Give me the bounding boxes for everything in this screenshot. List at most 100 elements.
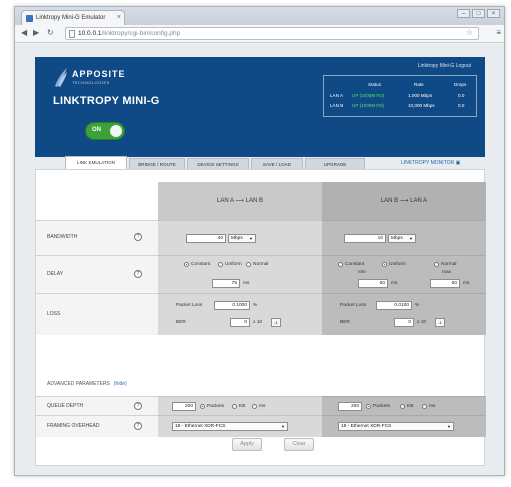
- loss-a-input[interactable]: 0.1000: [214, 301, 250, 310]
- bandwidth-b-unit: Mbps: [391, 236, 403, 241]
- loss-row: LOSS Packet Loss 0.1000 % BER 0 x 10 -1 …: [36, 293, 486, 335]
- delay-a-uniform-label: Uniform: [225, 262, 242, 267]
- minimize-button[interactable]: –: [457, 9, 470, 18]
- tab-link-emulation[interactable]: LINK EMULATION: [65, 156, 127, 169]
- browser-tab[interactable]: Linktropy Mini-G Emulator ×: [21, 10, 125, 25]
- bandwidth-a-unit-select[interactable]: Mbps ▼: [228, 234, 256, 243]
- lan-a-status: UP (1000M FD): [352, 93, 385, 98]
- close-window-button[interactable]: ×: [487, 9, 500, 18]
- logout-link[interactable]: Linktropy Mini-G Logout: [418, 63, 471, 69]
- maximize-button[interactable]: □: [472, 9, 485, 18]
- delay-b-normal-radio[interactable]: [434, 262, 439, 267]
- lan-b-name: LAN B: [330, 103, 344, 108]
- ber-b-exponent-button[interactable]: -1: [435, 318, 445, 327]
- loss-b-pct: %: [415, 303, 420, 308]
- window-controls: – □ ×: [457, 9, 500, 18]
- framing-overhead-row: FRAMING OVERHEAD ? 18 - Ethernet XDR-FCS…: [36, 415, 486, 437]
- delay-a-constant-radio[interactable]: [184, 262, 189, 267]
- apply-button[interactable]: Apply: [232, 438, 262, 451]
- toggle-label: ON: [92, 127, 101, 133]
- browser-tab-title: Linktropy Mini-G Emulator: [36, 15, 106, 21]
- framing-a-value: 18 - Ethernet XDR-FCS: [175, 424, 226, 429]
- reload-icon[interactable]: ↻: [47, 28, 54, 37]
- queue-b-input[interactable]: 200: [338, 402, 362, 411]
- status-col-header: Status: [368, 82, 382, 87]
- ber-b-input[interactable]: 0: [394, 318, 414, 327]
- back-arrow-icon[interactable]: ◀: [21, 28, 27, 37]
- queue-depth-label: QUEUE DEPTH: [47, 403, 84, 409]
- navigation-bar: ◀ ▶ ↻ 10.0.0.1/linktropy/cgi-bin/config.…: [15, 25, 504, 43]
- loss-b-input[interactable]: 0.0100: [376, 301, 412, 310]
- page-icon: [69, 30, 75, 38]
- delay-b-uniform-label: Uniform: [389, 262, 406, 267]
- ber-a-input[interactable]: 0: [230, 318, 250, 327]
- help-icon[interactable]: ?: [134, 233, 142, 241]
- chevron-down-icon: ▼: [409, 236, 413, 241]
- queue-depth-row: QUEUE DEPTH ? 200 Packets KB ms 200 Pack…: [36, 396, 486, 415]
- linktropy-monitor-link[interactable]: LINKTROPY MONITOR ▣: [401, 160, 460, 166]
- delay-b-min-input[interactable]: 50: [358, 279, 388, 288]
- advanced-parameters-label: ADVANCED PARAMETERS: [47, 381, 110, 387]
- framing-a-select[interactable]: 18 - Ethernet XDR-FCS ▼: [172, 422, 288, 431]
- brand-name: APPOSITE: [72, 69, 126, 79]
- framing-b-select[interactable]: 18 - Ethernet XDR-FCS ▼: [338, 422, 454, 431]
- chevron-down-icon: ▼: [447, 424, 451, 429]
- close-tab-icon[interactable]: ×: [117, 14, 121, 21]
- queue-b-packets-radio[interactable]: [366, 404, 371, 409]
- brand-subtitle: TECHNOLOGIES: [72, 80, 110, 85]
- address-path: /linktropy/cgi-bin/config.php: [101, 30, 181, 37]
- ber-a-exponent-button[interactable]: -1: [271, 318, 281, 327]
- wrench-icon[interactable]: ≡: [496, 28, 501, 37]
- delay-b-normal-label: Normal: [441, 262, 457, 267]
- loss-a-pct: %: [253, 303, 258, 308]
- clear-button[interactable]: Clear: [284, 438, 314, 451]
- help-icon[interactable]: ?: [134, 402, 142, 410]
- queue-a-input[interactable]: 200: [172, 402, 196, 411]
- address-host: 10.0.0.1: [78, 30, 102, 37]
- loss-b-ber-label: BER: [340, 320, 350, 325]
- delay-a-normal-radio[interactable]: [246, 262, 251, 267]
- forward-arrow-icon[interactable]: ▶: [33, 28, 39, 37]
- bandwidth-b-input[interactable]: 10: [344, 234, 386, 243]
- tab-upgrade[interactable]: UPGRADE: [305, 158, 365, 169]
- queue-b-kb-radio[interactable]: [400, 404, 405, 409]
- delay-a-input[interactable]: 75: [212, 279, 240, 288]
- delay-b-constant-radio[interactable]: [338, 262, 343, 267]
- tab-save-load[interactable]: SAVE / LOAD: [251, 158, 303, 169]
- delay-a-normal-label: Normal: [253, 262, 269, 267]
- delay-b-uniform-radio[interactable]: [382, 262, 387, 267]
- toggle-knob: [110, 125, 122, 137]
- lan-a-name: LAN A: [330, 93, 344, 98]
- star-icon[interactable]: ☆: [466, 28, 473, 37]
- queue-b-ms-radio[interactable]: [422, 404, 427, 409]
- queue-a-packets-label: Packets: [207, 404, 225, 409]
- help-icon[interactable]: ?: [134, 270, 142, 278]
- monitor-link-label: LINKTROPY MONITOR: [401, 160, 455, 166]
- direction-b-header: LAN B ⟶ LAN A: [322, 182, 486, 220]
- delay-a-unit: ms: [243, 281, 250, 286]
- chevron-down-icon: ▼: [249, 236, 253, 241]
- delay-b-min-label: min: [358, 270, 366, 275]
- tab-device-settings[interactable]: DEVICE SETTINGS: [187, 158, 249, 169]
- queue-a-ms-radio[interactable]: [252, 404, 257, 409]
- ber-a-exp: x 10: [253, 320, 263, 325]
- delay-row: DELAY ? Constant Uniform Normal 75 ms Co…: [36, 255, 486, 293]
- tab-bridge-route[interactable]: BRIDGE / ROUTE: [129, 158, 185, 169]
- delay-a-uniform-radio[interactable]: [218, 262, 223, 267]
- lan-b-drops: 0.0: [458, 103, 465, 108]
- queue-a-kb-label: KB: [239, 404, 246, 409]
- advanced-hide-link[interactable]: (hide): [114, 381, 127, 387]
- advanced-parameters-header: ADVANCED PARAMETERS (hide): [47, 381, 127, 387]
- bandwidth-a-input[interactable]: 40: [186, 234, 226, 243]
- address-bar[interactable]: 10.0.0.1/linktropy/cgi-bin/config.php ☆: [65, 27, 479, 40]
- bandwidth-b-unit-select[interactable]: Mbps ▼: [388, 234, 416, 243]
- lan-a-rate: 1,000 Mbps: [408, 93, 433, 98]
- queue-a-packets-radio[interactable]: [200, 404, 205, 409]
- emulation-toggle[interactable]: ON: [85, 122, 125, 140]
- port-status-box: Status Rate Drops LAN A UP (1000M FD) 1,…: [323, 75, 477, 117]
- bandwidth-label: BANDWIDTH: [47, 234, 78, 240]
- emulation-panel: LAN A ⟶ LAN B LAN B ⟶ LAN A BANDWIDTH ? …: [35, 169, 486, 466]
- queue-a-kb-radio[interactable]: [232, 404, 237, 409]
- help-icon[interactable]: ?: [134, 422, 142, 430]
- delay-b-max-input[interactable]: 50: [430, 279, 460, 288]
